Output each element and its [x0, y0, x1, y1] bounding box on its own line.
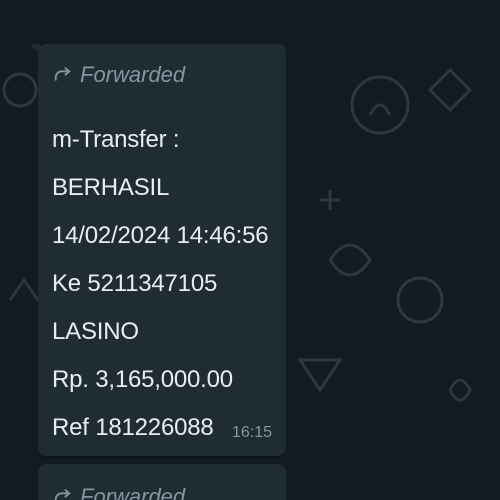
forwarded-label: Forwarded — [80, 62, 186, 87]
doodle-heart — [448, 378, 472, 402]
message-line: LASINO — [52, 318, 139, 345]
next-message-bubble[interactable]: Forwarded — [38, 464, 286, 500]
message-line: Rp. 3,165,000.00 — [52, 366, 233, 393]
doodle-triangle — [297, 358, 343, 393]
doodle-left-chevron — [8, 277, 40, 301]
next-forwarded-header: Forwarded — [52, 484, 185, 500]
message-line: m-Transfer : — [52, 126, 180, 153]
next-forwarded-label: Forwarded — [80, 484, 186, 500]
doodle-diamond — [427, 67, 473, 113]
doodle-circle — [350, 75, 410, 135]
message-text: m-Transfer : BERHASIL 14/02/2024 14:46:5… — [52, 116, 269, 452]
doodle-plus — [320, 190, 340, 210]
doodle-face — [368, 103, 392, 116]
forward-arrow-icon — [54, 66, 71, 81]
message-line: 14/02/2024 14:46:56 — [52, 222, 269, 249]
forwarded-header: Forwarded — [52, 62, 185, 88]
doodle-circle-2 — [396, 276, 444, 324]
message-line: Ke 5211347105 — [52, 270, 218, 297]
doodle-leaf — [328, 243, 372, 277]
message-time: 16:15 — [231, 424, 272, 441]
message-line: BERHASIL — [52, 174, 170, 201]
forward-arrow-icon — [54, 488, 71, 500]
doodle-left-circle — [2, 72, 38, 108]
message-bubble[interactable]: Forwarded m-Transfer : BERHASIL 14/02/20… — [30, 44, 286, 456]
chat-background: Forwarded m-Transfer : BERHASIL 14/02/20… — [0, 0, 500, 500]
